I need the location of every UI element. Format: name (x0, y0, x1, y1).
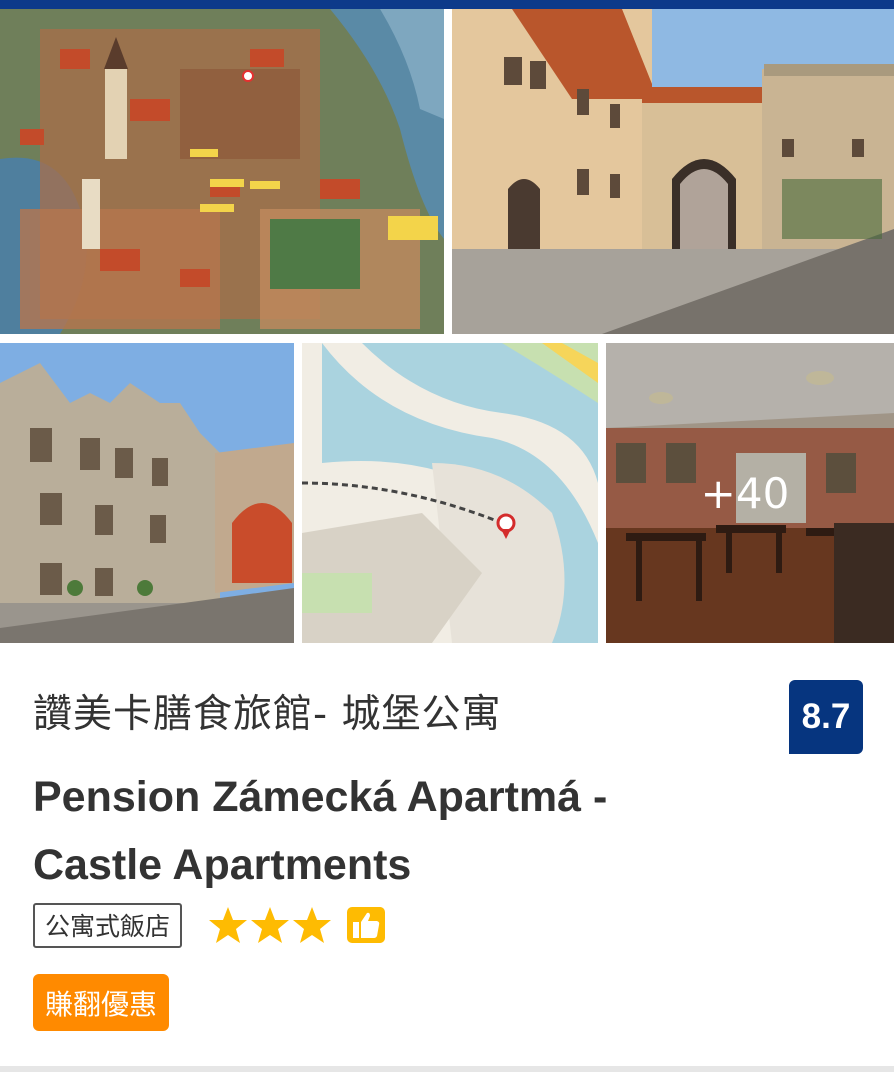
property-title-chinese[interactable]: 讚美卡膳食旅館- 城堡公寓 (33, 683, 733, 739)
star-icon (251, 907, 290, 943)
gallery-photo-more[interactable]: +40 (606, 343, 894, 643)
property-info: 讚美卡膳食旅館- 城堡公寓 Pension Zámecká Apartmá - … (0, 643, 894, 1066)
thumbs-up-icon (347, 907, 386, 943)
card-divider (0, 1066, 894, 1072)
gallery-photo-courtyard[interactable] (452, 9, 894, 334)
photo-gallery: +40 (0, 9, 894, 643)
header-strip (0, 0, 894, 9)
review-score-badge[interactable]: 8.7 (789, 680, 863, 754)
illustrated-town-map-photo (0, 9, 444, 334)
castle-facade-photo (0, 343, 294, 643)
deal-badge: 賺翻優惠 (33, 974, 170, 1031)
property-type-badge: 公寓式飯店 (33, 902, 183, 948)
star-icon (293, 907, 332, 943)
star-rating (208, 905, 386, 945)
property-meta-row: 公寓式飯店 (33, 902, 386, 948)
more-photos-count[interactable]: +40 (606, 343, 894, 643)
gallery-photo-facade[interactable] (0, 343, 294, 643)
location-map-photo (302, 343, 598, 643)
gallery-photo-town-map[interactable] (0, 9, 444, 334)
gallery-photo-location-map[interactable] (302, 343, 598, 643)
castle-courtyard-photo (452, 9, 894, 334)
property-title-english[interactable]: Pension Zámecká Apartmá - Castle Apartme… (33, 763, 733, 899)
star-icon (209, 907, 248, 943)
